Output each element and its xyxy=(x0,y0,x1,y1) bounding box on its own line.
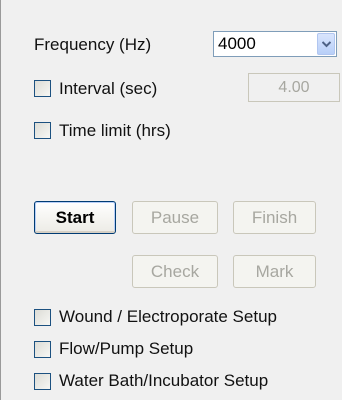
water-bath-incubator-setup-checkbox[interactable] xyxy=(34,373,51,390)
finish-button[interactable]: Finish xyxy=(233,201,316,234)
wound-electroporate-setup-label: Wound / Electroporate Setup xyxy=(59,307,277,326)
check-button[interactable]: Check xyxy=(132,255,218,288)
interval-checkbox[interactable] xyxy=(34,80,51,97)
interval-value: 4.00 xyxy=(278,79,310,96)
chevron-down-icon xyxy=(322,41,331,48)
water-bath-incubator-setup-label: Water Bath/Incubator Setup xyxy=(59,371,269,390)
mark-button[interactable]: Mark xyxy=(233,255,316,288)
frequency-select[interactable]: 4000 xyxy=(213,31,337,57)
interval-label: Interval (sec) xyxy=(59,79,158,98)
pause-button[interactable]: Pause xyxy=(132,201,218,234)
acquisition-settings-panel: Frequency (Hz) 4000 Interval (sec) 4.00 … xyxy=(0,0,342,400)
wound-electroporate-setup-checkbox[interactable] xyxy=(34,309,51,326)
flow-pump-setup-checkbox[interactable] xyxy=(34,341,51,358)
time-limit-checkbox[interactable] xyxy=(34,122,51,139)
frequency-value: 4000 xyxy=(218,34,256,53)
start-button[interactable]: Start xyxy=(34,201,116,234)
frequency-dropdown-button[interactable] xyxy=(317,33,335,55)
flow-pump-setup-label: Flow/Pump Setup xyxy=(59,339,194,358)
interval-input[interactable]: 4.00 xyxy=(248,73,340,102)
frequency-label: Frequency (Hz) xyxy=(34,35,152,54)
time-limit-label: Time limit (hrs) xyxy=(59,121,171,140)
